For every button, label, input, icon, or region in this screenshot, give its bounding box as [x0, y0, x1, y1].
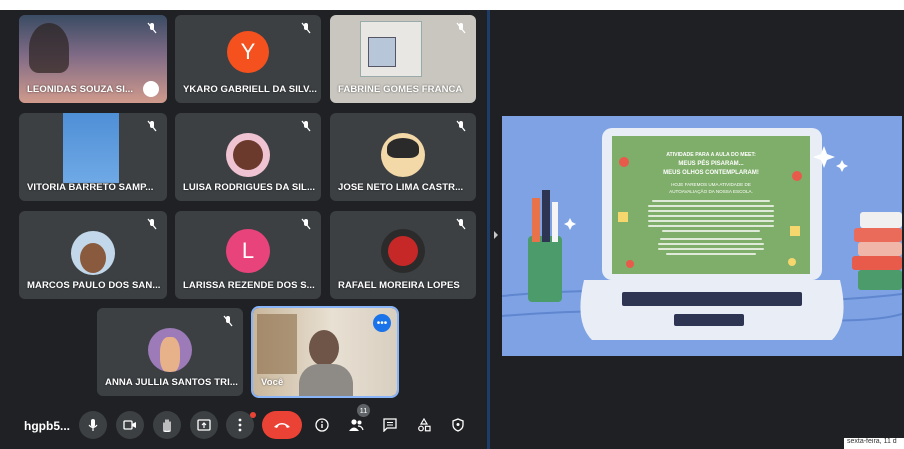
mic-off-icon — [301, 22, 311, 34]
more-vert-icon — [238, 418, 242, 432]
activities-button[interactable] — [410, 411, 438, 439]
presentation-slide: ATIVIDADE PARA A AULA DO MEET: MEUS PÉS … — [501, 116, 903, 356]
avatar — [381, 229, 425, 273]
slide-text-line5: AUTOAVALIAÇÃO DA NOSSA ESCOLA. — [669, 188, 753, 194]
participants-count-badge: 11 — [357, 404, 370, 417]
slide-text-line2: MEUS PÉS PISARAM... — [678, 159, 744, 167]
mic-off-icon — [301, 218, 311, 230]
participant-tile[interactable]: MARCOS PAULO DOS SAN... — [19, 211, 167, 299]
raise-hand-button[interactable] — [153, 411, 181, 439]
avatar: L — [226, 229, 270, 273]
avatar — [226, 133, 270, 177]
avatar-image — [388, 236, 418, 266]
shapes-icon — [418, 418, 431, 432]
video-person — [309, 330, 339, 366]
mic-off-icon — [456, 22, 466, 34]
hand-icon — [163, 419, 171, 432]
mic-off-icon — [147, 22, 157, 34]
phone-hangup-icon — [274, 423, 290, 428]
participant-tile[interactable]: Y YKARO GABRIELL DA SILV... — [175, 15, 321, 103]
shield-icon — [452, 418, 464, 432]
avatar — [71, 231, 115, 275]
chevron-right-icon[interactable] — [492, 230, 500, 240]
people-icon — [349, 419, 364, 431]
pin-icon[interactable] — [143, 81, 159, 97]
slide-illustration: ATIVIDADE PARA A AULA DO MEET: MEUS PÉS … — [501, 128, 903, 340]
avatar-letter: L — [241, 238, 255, 263]
notification-dot — [250, 412, 256, 418]
participant-name: Você — [261, 377, 284, 388]
mic-off-icon — [456, 120, 466, 132]
participant-name: LUISA RODRIGUES DA SIL... — [183, 182, 316, 193]
participant-name: LARISSA REZENDE DOS S... — [183, 280, 315, 291]
info-icon — [315, 418, 329, 432]
avatar-letter: Y — [240, 39, 256, 64]
video-shelf — [257, 314, 297, 374]
mic-off-icon — [147, 120, 157, 132]
avatar-image — [80, 243, 106, 273]
participant-tile[interactable]: LEONIDAS SOUZA SI... — [19, 15, 167, 103]
participant-tile[interactable]: ANNA JULLIA SANTOS TRI... — [97, 308, 243, 396]
avatar-image — [160, 337, 180, 372]
camera-button[interactable] — [116, 411, 144, 439]
meeting-info-button[interactable] — [308, 411, 336, 439]
chat-button[interactable] — [376, 411, 404, 439]
video-feed — [63, 113, 119, 183]
avatar — [148, 328, 192, 372]
chat-icon — [383, 418, 397, 432]
avatar-image — [387, 138, 419, 158]
window-top-strip — [0, 0, 904, 10]
present-button[interactable] — [190, 411, 218, 439]
end-call-button[interactable] — [262, 411, 302, 439]
participant-name: YKARO GABRIELL DA SILV... — [183, 84, 317, 95]
participant-name: FABRINE GOMES FRANCA — [338, 84, 463, 95]
participant-tile[interactable]: RAFAEL MOREIRA LOPES — [330, 211, 476, 299]
present-icon — [197, 419, 211, 431]
avatar: Y — [227, 31, 269, 73]
participant-tile[interactable]: JOSE NETO LIMA CASTR... — [330, 113, 476, 201]
slide-text-line1: ATIVIDADE PARA A AULA DO MEET: — [666, 152, 756, 158]
meeting-code[interactable]: hgpb5... — [24, 419, 70, 433]
video-drawing-house — [368, 37, 396, 67]
video-person-body — [299, 364, 353, 396]
avatar-image — [233, 140, 263, 170]
mic-button[interactable] — [79, 411, 107, 439]
mic-off-icon — [456, 218, 466, 230]
mic-off-icon — [301, 120, 311, 132]
slide-text-line4: HOJE FAREMOS UMA ATIVIDADE DE — [671, 182, 751, 187]
participant-name: RAFAEL MOREIRA LOPES — [338, 280, 460, 291]
participant-tile[interactable]: LUISA RODRIGUES DA SIL... — [175, 113, 321, 201]
taskbar-date: sexta-feira, 11 d — [844, 438, 904, 449]
participant-name: LEONIDAS SOUZA SI... — [27, 84, 134, 95]
participant-tile[interactable]: FABRINE GOMES FRANCA — [330, 15, 476, 103]
slide-text-line3: MEUS OLHOS CONTEMPLARAM! — [663, 170, 759, 176]
avatar — [381, 133, 425, 177]
host-controls-button[interactable] — [444, 411, 472, 439]
video-person — [29, 23, 69, 73]
meet-window: LEONIDAS SOUZA SI... Y YKARO GABRIELL DA… — [0, 0, 904, 449]
participant-name: ANNA JULLIA SANTOS TRI... — [105, 377, 239, 388]
self-view-tile[interactable]: ••• Você — [251, 306, 399, 398]
camera-icon — [123, 420, 136, 430]
participant-tile[interactable]: L LARISSA REZENDE DOS S... — [175, 211, 321, 299]
mic-off-icon — [147, 218, 157, 230]
mic-off-icon — [223, 315, 233, 327]
mic-icon — [88, 419, 98, 431]
participant-name: JOSE NETO LIMA CASTR... — [338, 182, 464, 193]
participant-name: MARCOS PAULO DOS SAN... — [27, 280, 161, 291]
participant-name: VITORIA BARRETO SAMP... — [27, 182, 154, 193]
more-options-icon[interactable]: ••• — [373, 314, 391, 332]
participant-tile[interactable]: VITORIA BARRETO SAMP... — [19, 113, 167, 201]
